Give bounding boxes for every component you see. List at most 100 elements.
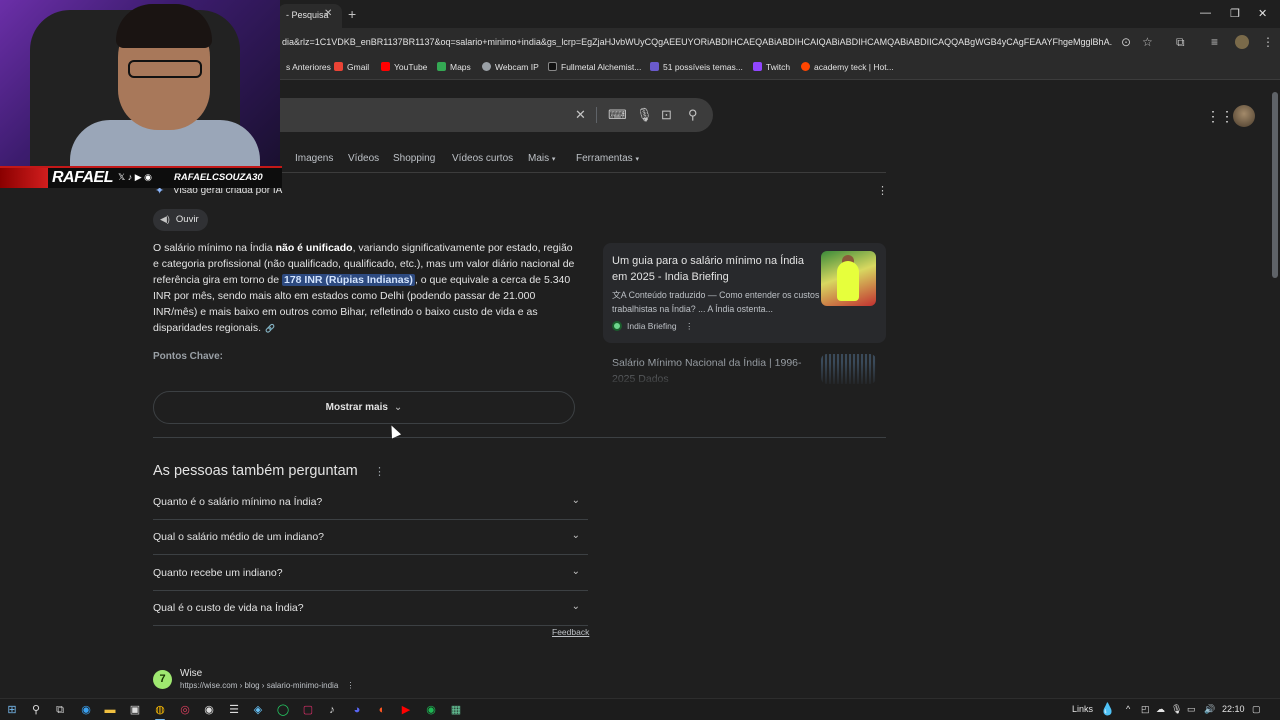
tab-close-icon[interactable]: ✕ bbox=[324, 8, 332, 19]
result-url[interactable]: https://wise.com › blog › salario-minimo… bbox=[180, 681, 355, 690]
source-card-desc: 文A Conteúdo traduzido — Como entender os… bbox=[612, 290, 820, 314]
bookmark-item[interactable]: Twitch bbox=[753, 62, 790, 72]
extensions-icon[interactable]: ⧉ bbox=[1176, 35, 1185, 50]
scrollbar-thumb[interactable] bbox=[1272, 92, 1278, 278]
store-icon[interactable]: ▣ bbox=[128, 703, 142, 717]
source-card-title[interactable]: Um guia para o salário mínimo na Índia e… bbox=[612, 253, 817, 285]
streamer-handle: RAFAELCSOUZA30 bbox=[174, 172, 263, 183]
url-field[interactable]: dia&rlz=1C1VDKB_enBR1137BR1137&oq=salari… bbox=[282, 37, 1112, 47]
notification-icon[interactable]: ▢ bbox=[1252, 704, 1261, 715]
india-briefing-icon bbox=[612, 321, 622, 331]
bookmark-item[interactable]: Gmail bbox=[334, 62, 369, 72]
media-icon[interactable]: ≡ bbox=[1211, 35, 1218, 49]
tab-tools[interactable]: Ferramentas ▾ bbox=[576, 153, 639, 164]
volume-icon[interactable]: 🔊 bbox=[1204, 704, 1215, 715]
youtube-icon bbox=[381, 62, 390, 71]
tiktok-icon[interactable]: ♪ bbox=[325, 703, 339, 717]
spotify-icon[interactable]: ◉ bbox=[424, 703, 438, 717]
network-icon[interactable]: ▭ bbox=[1187, 704, 1196, 715]
scrollbar[interactable] bbox=[1270, 80, 1280, 698]
question-item[interactable]: Qual o salário médio de um indiano? ⌄ bbox=[153, 520, 588, 555]
tab-shopping[interactable]: Shopping bbox=[393, 153, 435, 164]
chevron-down-icon: ⌄ bbox=[571, 530, 580, 541]
tab-short-videos[interactable]: Vídeos curtos bbox=[452, 153, 513, 164]
result-site-name[interactable]: Wise bbox=[180, 668, 202, 679]
source-card[interactable]: Um guia para o salário mínimo na Índia e… bbox=[603, 243, 886, 343]
search-icon[interactable]: ⚲ bbox=[29, 703, 43, 717]
microphone-icon[interactable]: 🎙 bbox=[1171, 704, 1182, 715]
more-options-icon[interactable]: ⋮ bbox=[877, 184, 888, 197]
question-item[interactable]: Quanto recebe um indiano? ⌄ bbox=[153, 556, 588, 591]
bookmark-item[interactable]: s Anteriores bbox=[286, 62, 331, 72]
caret-down-icon: ▾ bbox=[635, 156, 639, 163]
clear-icon[interactable]: ✕ bbox=[575, 107, 586, 123]
tab-videos[interactable]: Vídeos bbox=[348, 153, 379, 164]
streamer-hair bbox=[116, 4, 212, 48]
twitch-icon bbox=[753, 62, 762, 71]
chevron-down-icon: ⌄ bbox=[571, 566, 580, 577]
whatsapp-icon[interactable]: ◯ bbox=[276, 703, 290, 717]
lens-icon[interactable]: ⊡ bbox=[661, 107, 672, 123]
app-icon[interactable]: ◎ bbox=[178, 703, 192, 717]
minimize-icon[interactable]: — bbox=[1200, 7, 1211, 19]
source-card-image bbox=[821, 251, 876, 306]
new-tab-icon[interactable]: + bbox=[348, 6, 356, 22]
bookmark-item[interactable]: Webcam IP bbox=[482, 62, 539, 72]
close-window-icon[interactable]: ✕ bbox=[1258, 7, 1267, 20]
windows-start-icon[interactable]: ⊞ bbox=[5, 703, 19, 717]
bookmark-item[interactable]: Maps bbox=[437, 62, 471, 72]
hotmart-icon bbox=[801, 62, 810, 71]
chevron-up-icon[interactable]: ^ bbox=[1126, 704, 1130, 714]
edge-icon[interactable]: ◉ bbox=[79, 703, 93, 717]
app-icon[interactable]: ☰ bbox=[227, 703, 241, 717]
stream-accent bbox=[0, 168, 48, 188]
profile-avatar[interactable] bbox=[1235, 35, 1249, 49]
clock[interactable]: 22:10 bbox=[1222, 704, 1245, 714]
keyboard-icon[interactable]: ⌨ bbox=[608, 107, 627, 123]
file-explorer-icon[interactable]: ▬ bbox=[103, 703, 117, 717]
social-icons: 𝕏 ♪ ▶ ◉ bbox=[118, 172, 153, 182]
webcam-icon bbox=[482, 62, 491, 71]
speaker-icon: ◀) bbox=[160, 214, 170, 224]
fullmetal-icon bbox=[548, 62, 557, 71]
tray-app-icon[interactable]: ◰ bbox=[1141, 704, 1150, 715]
avatar[interactable] bbox=[1233, 105, 1255, 127]
links-toolbar[interactable]: Links bbox=[1072, 704, 1093, 714]
chrome-icon[interactable]: ◍ bbox=[153, 703, 167, 717]
browser-tab[interactable]: - Pesquisa bbox=[278, 4, 342, 28]
bookmark-item[interactable]: Fullmetal Alchemist... bbox=[548, 62, 641, 72]
chevron-down-icon: ⌄ bbox=[393, 402, 403, 413]
bookmark-item[interactable]: 51 possíveis temas... bbox=[650, 62, 743, 72]
droplet-icon[interactable]: 💧 bbox=[1100, 702, 1115, 716]
tab-images[interactable]: Imagens bbox=[295, 153, 333, 164]
restore-icon[interactable]: ❐ bbox=[1230, 7, 1240, 20]
bookmark-item[interactable]: academy teck | Hot... bbox=[801, 62, 894, 72]
search-input[interactable]: ✕ ⌨ 🎙 ⊡ ⚲ bbox=[276, 98, 713, 132]
discord-icon[interactable]: ◕ bbox=[350, 703, 364, 717]
instagram-icon[interactable]: ▢ bbox=[301, 703, 315, 717]
question-item[interactable]: Qual é o custo de vida na Índia? ⌄ bbox=[153, 591, 588, 626]
feedback-link[interactable]: Feedback bbox=[552, 627, 589, 637]
more-options-icon[interactable]: ⋮ bbox=[685, 321, 694, 331]
task-view-icon[interactable]: ⧉ bbox=[53, 703, 67, 717]
microphone-icon[interactable]: 🎙 bbox=[636, 107, 653, 123]
translate-icon: 文A bbox=[612, 290, 627, 300]
link-icon[interactable]: 🔗 bbox=[265, 324, 275, 333]
menu-icon[interactable]: ⋮ bbox=[1262, 35, 1274, 49]
show-more-button[interactable]: Mostrar mais ⌄ bbox=[153, 391, 575, 424]
search-icon[interactable]: ⚲ bbox=[688, 107, 698, 123]
youtube-icon[interactable]: ▶ bbox=[399, 703, 413, 717]
listen-button[interactable]: ◀) Ouvir bbox=[153, 209, 208, 231]
app-icon[interactable]: ◐ bbox=[375, 703, 389, 717]
location-icon[interactable]: ⊙ bbox=[1121, 35, 1131, 49]
question-item[interactable]: Quanto é o salário mínimo na Índia? ⌄ bbox=[153, 485, 588, 520]
app-icon[interactable]: ▦ bbox=[449, 703, 463, 717]
more-options-icon[interactable]: ⋮ bbox=[347, 681, 355, 690]
bookmark-item[interactable]: YouTube bbox=[381, 62, 427, 72]
tab-more[interactable]: Mais ▾ bbox=[528, 153, 555, 164]
steam-icon[interactable]: ◈ bbox=[251, 703, 265, 717]
cloud-icon[interactable]: ☁ bbox=[1156, 704, 1165, 715]
obs-icon[interactable]: ◉ bbox=[202, 703, 216, 717]
bookmark-star-icon[interactable]: ☆ bbox=[1142, 35, 1153, 49]
more-options-icon[interactable]: ⋮ bbox=[374, 465, 385, 478]
